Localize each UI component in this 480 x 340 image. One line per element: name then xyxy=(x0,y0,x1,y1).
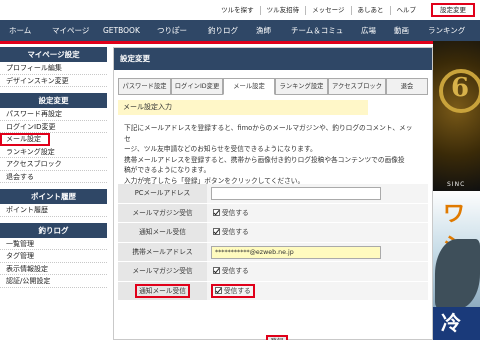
description: 下記にメールアドレスを登録すると、fimoからのメールマガジンや、釣りログのコメ… xyxy=(118,123,416,186)
tab-access-block[interactable]: アクセスブロック xyxy=(328,78,386,95)
pc-notify-label: 通知メール受信 xyxy=(118,223,207,242)
nav-tsurilog[interactable]: 釣りログ xyxy=(199,20,250,41)
pc-magazine-label: メールマガジン受信 xyxy=(118,203,207,222)
sidebar-item-withdraw[interactable]: 退会する xyxy=(0,171,107,183)
banner-number: 6 xyxy=(451,73,470,103)
util-link-invite[interactable]: ツル友招待 xyxy=(261,6,307,15)
pc-mail-input[interactable] xyxy=(211,187,381,200)
tab-mail-settings[interactable]: メール設定 xyxy=(223,78,275,95)
description-line: 下記にメールアドレスを登録すると、fimoからのメールマガジンや、釣りログのコメ… xyxy=(124,124,413,143)
sidebar-head-mypage-settings: マイページ設定 xyxy=(0,47,107,62)
mobile-magazine-checkbox[interactable] xyxy=(213,267,220,274)
utility-links: ツルを探す ツル友招待 メッセージ あしあと ヘルプ xyxy=(215,6,422,15)
mobile-magazine-text: 受信する xyxy=(222,267,249,275)
form-row: 携帯メールアドレス ***********@ezweb.ne.jp xyxy=(118,242,428,262)
nav-mypage[interactable]: マイページ xyxy=(44,20,97,41)
pc-mail-label: PCメールアドレス xyxy=(118,184,207,203)
register-button[interactable]: 登録 xyxy=(266,335,288,340)
sidebar-item-access-block[interactable]: アクセスブロック xyxy=(0,158,107,171)
nav-tsuripo[interactable]: つりぽー xyxy=(149,20,199,41)
nav-underline xyxy=(0,41,480,44)
nav-getbook[interactable]: GETBOOK xyxy=(97,20,149,41)
util-link-message[interactable]: メッセージ xyxy=(306,6,352,15)
form-row: メールマガジン受信 受信する xyxy=(118,203,428,223)
nav-home[interactable]: ホーム xyxy=(0,20,44,41)
sidebar-item-design-skin[interactable]: デザインスキン変更 xyxy=(0,75,107,87)
tab-login-id[interactable]: ログインID変更 xyxy=(171,78,223,95)
pc-magazine-checkbox[interactable] xyxy=(213,208,220,216)
sidebar-item-ranking[interactable]: ランキング設定 xyxy=(0,146,107,158)
mobile-notify-text: 受信する xyxy=(224,286,251,295)
sidebar-head-tsurilog: 釣りログ xyxy=(0,222,107,238)
pc-notify-text: 受信する xyxy=(222,228,249,236)
banner-caption: SINC xyxy=(447,181,466,188)
sidebar-item-list-manage[interactable]: 一覧管理 xyxy=(0,238,107,250)
mobile-magazine-label: メールマガジン受信 xyxy=(118,262,207,281)
sidebar-item-auth-public[interactable]: 認証/公開設定 xyxy=(0,275,107,288)
sidebar-item-display-info[interactable]: 表示情報設定 xyxy=(0,263,107,275)
sidebar-item-password[interactable]: パスワード再設定 xyxy=(0,108,107,121)
sidebar-head-points: ポイント履歴 xyxy=(0,189,107,204)
mobile-mail-label: 携帯メールアドレス xyxy=(118,242,207,261)
util-link-footprints[interactable]: あしあと xyxy=(352,6,391,15)
main-nav: ホーム マイページ GETBOOK つりぽー 釣りログ 漁師 チーム＆コミュ 広… xyxy=(0,20,480,44)
form-row: 通知メール受信 受信する xyxy=(118,223,428,243)
sidebar-item-login-id[interactable]: ログインID変更 xyxy=(0,121,107,133)
form-row: 通知メール受信 受信する xyxy=(118,281,428,301)
tab-withdraw[interactable]: 退会 xyxy=(386,78,428,95)
mail-settings-section: メール設定入力 下記にメールアドレスを登録すると、fimoからのメールマガジンや… xyxy=(118,100,428,340)
sidebar-item-mail-settings[interactable]: メール設定 xyxy=(0,133,50,146)
settings-change-button[interactable]: 設定変更 xyxy=(431,3,475,17)
ad-banner[interactable]: 6 SINC ワシ 冷 音 xyxy=(433,41,480,340)
mail-settings-form: PCメールアドレス メールマガジン受信 受信する 通知メール受信 受信する 携帯… xyxy=(118,184,428,301)
fish-image-icon xyxy=(435,239,480,309)
pc-notify-checkbox[interactable] xyxy=(213,228,220,235)
pc-magazine-text: 受信する xyxy=(222,208,249,217)
nav-fisherman[interactable]: 漁師 xyxy=(250,20,285,41)
sidebar-item-profile-edit[interactable]: プロフィール編集 xyxy=(0,62,107,75)
section-label: メール設定入力 xyxy=(118,100,368,115)
sidebar-item-point-history[interactable]: ポイント履歴 xyxy=(0,204,107,217)
mobile-notify-label: 通知メール受信 xyxy=(135,283,190,298)
nav-plaza[interactable]: 広場 xyxy=(355,20,388,41)
form-row: メールマガジン受信 受信する xyxy=(118,262,428,282)
tab-ranking[interactable]: ランキング設定 xyxy=(275,78,328,95)
nav-team[interactable]: チーム＆コミュ xyxy=(285,20,355,41)
ad-banner-bottom: ワシ 冷 音 xyxy=(433,191,480,340)
main-panel: 設定変更 パスワード設定 ログインID変更 メール設定 ランキング設定 アクセス… xyxy=(113,47,433,340)
mobile-notify-checkbox[interactable] xyxy=(215,286,222,294)
form-row: PCメールアドレス xyxy=(118,184,428,204)
banner-bottom-text: 冷 音 xyxy=(433,307,480,340)
page-title: 設定変更 xyxy=(114,48,432,70)
ad-banner-top: 6 SINC xyxy=(433,41,480,191)
mobile-mail-input[interactable]: ***********@ezweb.ne.jp xyxy=(211,245,381,259)
tab-password[interactable]: パスワード設定 xyxy=(118,78,171,95)
nav-video[interactable]: 動画 xyxy=(388,20,422,41)
settings-tabs: パスワード設定 ログインID変更 メール設定 ランキング設定 アクセスブロック … xyxy=(118,78,428,95)
util-link-help[interactable]: ヘルプ xyxy=(391,6,423,15)
sidebar-item-tag-manage[interactable]: タグ管理 xyxy=(0,250,107,263)
mobile-notify-highlight: 受信する xyxy=(211,283,255,298)
sidebar-head-settings: 設定変更 xyxy=(0,93,107,108)
utility-bar: ツルを探す ツル友招待 メッセージ あしあと ヘルプ 設定変更 xyxy=(0,0,480,20)
sidebar: マイページ設定 プロフィール編集 デザインスキン変更 設定変更 パスワード再設定… xyxy=(0,47,107,288)
util-link-search[interactable]: ツルを探す xyxy=(215,6,261,15)
nav-ranking[interactable]: ランキング xyxy=(422,20,480,41)
description-line: 稿ができるようになります。 xyxy=(124,166,211,174)
description-line: 携帯メールアドレスを登録すると、携帯から画像付き釣りログ投稿や各コンテンツでの画… xyxy=(124,155,405,164)
description-line: ージ、ツル友申請などのお知らせを受信できるようになります。 xyxy=(124,145,317,153)
